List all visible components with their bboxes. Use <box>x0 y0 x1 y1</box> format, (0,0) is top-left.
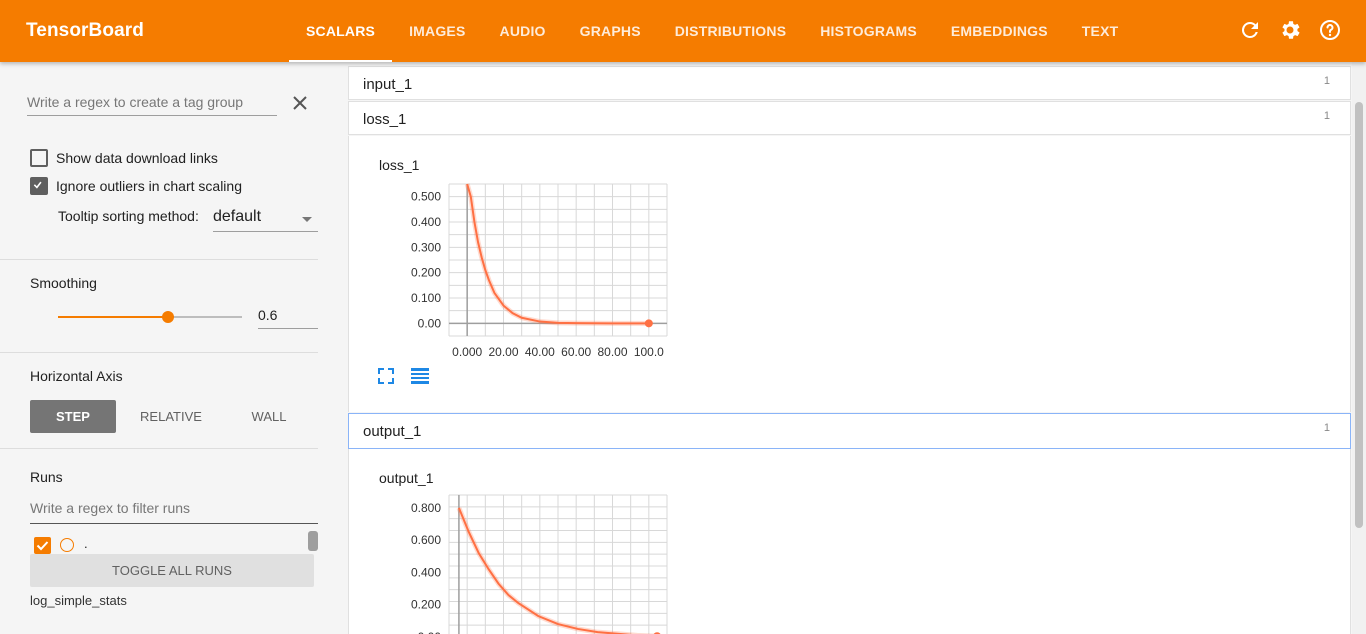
tab-distributions[interactable]: DISTRIBUTIONS <box>658 0 804 62</box>
smoothing-slider-fill <box>58 316 169 318</box>
y-tick-label: 0.200 <box>411 266 441 280</box>
scrollbar-thumb[interactable] <box>1355 102 1363 528</box>
show-download-links-label: Show data download links <box>56 150 218 166</box>
sidebar: Write a regex to create a tag group Show… <box>0 62 336 634</box>
y-tick-label: 0.400 <box>411 215 441 229</box>
runs-filter-input[interactable]: Write a regex to filter runs <box>30 500 318 524</box>
category-count: 1 <box>1323 110 1330 122</box>
data-table-icon[interactable] <box>409 365 431 387</box>
category-loss-1[interactable]: loss_1 1 <box>348 101 1351 135</box>
x-tick-label: 100.0 <box>634 345 664 359</box>
tooltip-sorting-value: default <box>213 208 262 225</box>
axis-wall-button[interactable]: WALL <box>226 400 312 433</box>
fullscreen-icon[interactable] <box>375 365 397 387</box>
x-tick-label: 60.00 <box>561 345 591 359</box>
page-scrollbar[interactable] <box>1352 62 1366 634</box>
runs-scrollbar[interactable] <box>308 531 318 551</box>
dashboard-tabs: SCALARS IMAGES AUDIO GRAPHS DISTRIBUTION… <box>289 0 1135 62</box>
x-tick-label: 0.000 <box>452 345 482 359</box>
output-chart[interactable]: 0.000.2000.4000.6000.8000.00020.0040.006… <box>349 449 749 634</box>
toggle-all-runs-button[interactable]: TOGGLE ALL RUNS <box>30 554 314 587</box>
checkmark-icon <box>36 541 49 551</box>
smoothing-value-input[interactable]: 0.6 <box>258 307 318 329</box>
y-tick-label: 0.500 <box>411 190 441 204</box>
y-tick-label: 0.100 <box>411 291 441 305</box>
y-tick-label: 0.300 <box>411 240 441 254</box>
category-count: 1 <box>1323 422 1330 434</box>
tab-histograms[interactable]: HISTOGRAMS <box>803 0 934 62</box>
y-tick-label: 0.600 <box>411 533 441 547</box>
tab-scalars[interactable]: SCALARS <box>289 0 393 62</box>
refresh-icon[interactable] <box>1238 18 1262 42</box>
divider <box>0 352 318 353</box>
ignore-outliers-option[interactable]: Ignore outliers in chart scaling <box>30 176 242 196</box>
tab-text[interactable]: TEXT <box>1065 0 1136 62</box>
run-color-radio[interactable] <box>60 538 74 552</box>
tooltip-sorting-dropdown[interactable]: default <box>213 208 318 232</box>
x-tick-label: 20.00 <box>488 345 518 359</box>
category-name: loss_1 <box>363 111 407 128</box>
category-name: input_1 <box>363 76 413 93</box>
y-tick-label: 0.00 <box>418 630 442 634</box>
runs-title: Runs <box>30 469 63 485</box>
horizontal-axis-title: Horizontal Axis <box>30 368 123 384</box>
x-tick-label: 80.00 <box>597 345 627 359</box>
y-tick-label: 0.00 <box>418 316 442 330</box>
divider <box>0 448 318 449</box>
tab-images[interactable]: IMAGES <box>392 0 482 62</box>
smoothing-title: Smoothing <box>30 275 97 291</box>
run-name: . <box>84 536 88 551</box>
tab-embeddings[interactable]: EMBEDDINGS <box>934 0 1065 62</box>
show-download-links-checkbox[interactable] <box>30 149 48 167</box>
tooltip-sorting-label: Tooltip sorting method: <box>58 208 199 224</box>
tag-group-regex-input[interactable]: Write a regex to create a tag group <box>27 92 277 116</box>
help-icon[interactable] <box>1318 18 1342 42</box>
series-last-point <box>644 319 653 328</box>
run-checkbox[interactable] <box>34 537 51 554</box>
category-name: output_1 <box>363 423 422 440</box>
close-icon[interactable] <box>290 93 310 113</box>
y-tick-label: 0.200 <box>411 598 441 612</box>
category-input-1[interactable]: input_1 1 <box>348 66 1351 100</box>
settings-gear-icon[interactable] <box>1278 18 1302 42</box>
category-count: 1 <box>1323 75 1330 87</box>
checkmark-icon <box>33 181 42 189</box>
output-panel: output_1 0.000.2000.4000.6000.8000.00020… <box>348 449 1351 634</box>
top-app-bar: TensorBoard SCALARS IMAGES AUDIO GRAPHS … <box>0 0 1366 62</box>
dropdown-arrow-icon <box>302 217 312 222</box>
axis-step-button[interactable]: STEP <box>30 400 116 433</box>
loss-chart[interactable]: 0.00 0.100 0.200 0.300 0.400 0.500 0.000 20.00 4… <box>349 136 749 366</box>
tab-graphs[interactable]: GRAPHS <box>563 0 658 62</box>
y-tick-label: 0.400 <box>411 565 441 579</box>
smoothing-slider[interactable] <box>58 311 242 323</box>
main-content: input_1 1 loss_1 1 loss_1 0.00 0.100 0.200… <box>348 62 1352 634</box>
log-dir-label: log_simple_stats <box>30 593 127 608</box>
smoothing-slider-knob[interactable] <box>162 311 175 323</box>
x-tick-label: 40.00 <box>525 345 555 359</box>
ignore-outliers-label: Ignore outliers in chart scaling <box>56 178 242 194</box>
axis-relative-button[interactable]: RELATIVE <box>128 400 214 433</box>
category-output-1[interactable]: output_1 1 <box>348 413 1351 449</box>
y-tick-label: 0.800 <box>411 501 441 515</box>
show-download-links-option[interactable]: Show data download links <box>30 148 218 168</box>
ignore-outliers-checkbox[interactable] <box>30 177 48 195</box>
divider <box>0 259 318 260</box>
brand-title: TensorBoard <box>26 20 144 41</box>
tab-audio[interactable]: AUDIO <box>483 0 563 62</box>
loss-panel: loss_1 0.00 0.100 0.200 0.300 0.400 0.500 0.00… <box>348 136 1351 412</box>
